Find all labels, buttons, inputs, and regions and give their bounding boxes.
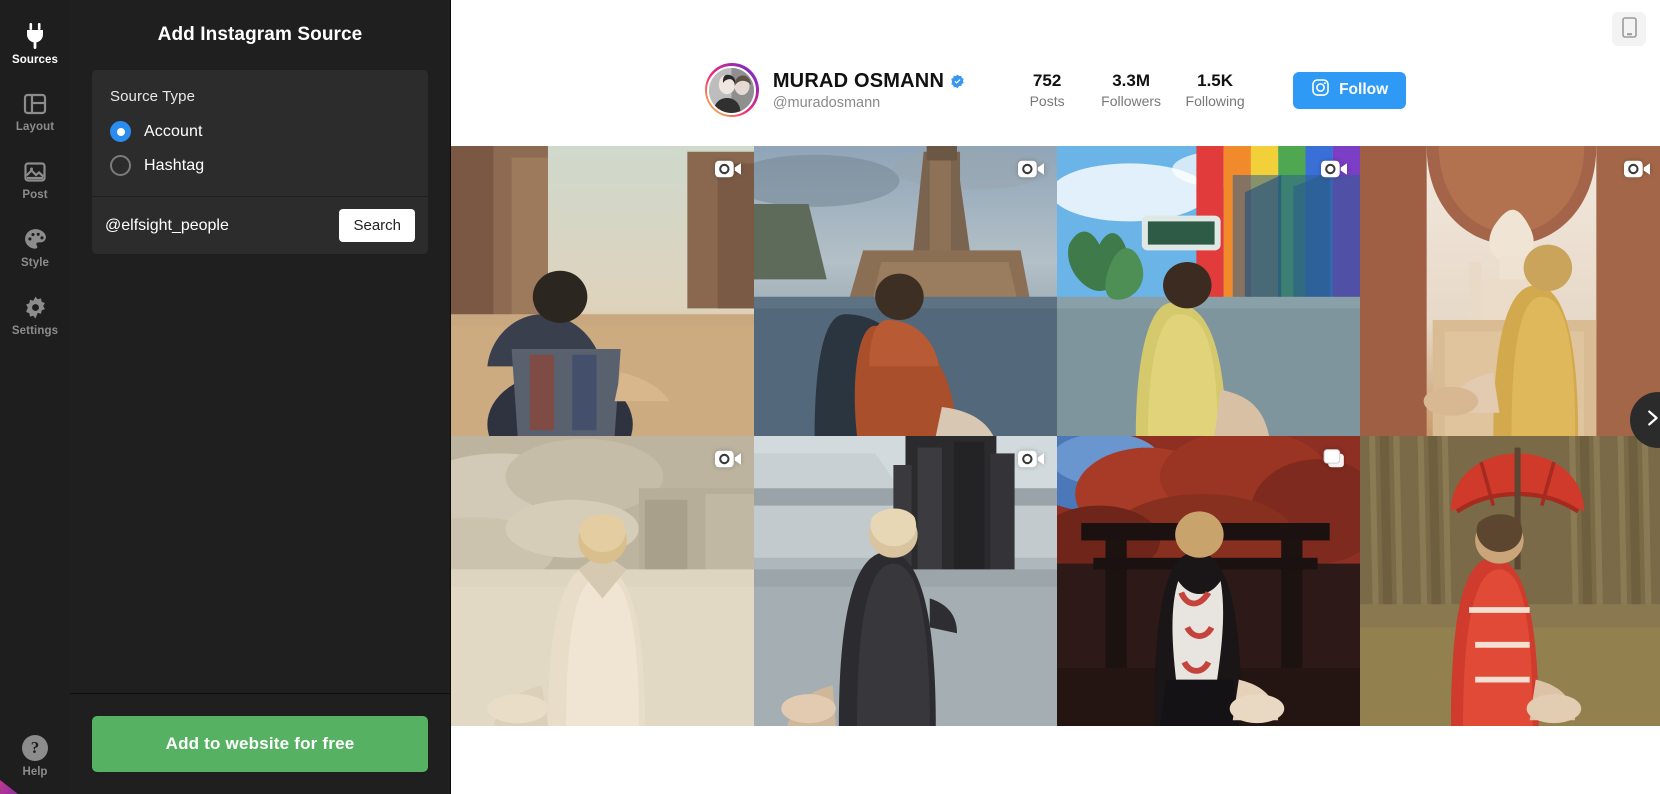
verified-badge-icon — [950, 74, 965, 89]
grid-tile-1[interactable] — [451, 146, 754, 436]
source-type-label: Source Type — [110, 88, 196, 105]
stat-value: 752 — [1032, 71, 1062, 90]
sidebar-item-sources[interactable]: Sources — [0, 10, 70, 78]
follow-label: Follow — [1339, 81, 1389, 98]
help-label: Help — [22, 766, 48, 778]
radio-button-hashtag[interactable] — [110, 155, 131, 176]
plug-icon — [23, 22, 47, 49]
radio-label-account: Account — [144, 122, 203, 140]
stat-label: Following — [1185, 93, 1245, 109]
grid-tile-4[interactable] — [1360, 146, 1660, 436]
video-camera-icon — [715, 158, 742, 180]
radio-option-account[interactable]: Account — [110, 121, 410, 142]
profile-names: MURAD OSMANN @muradosmann — [773, 70, 965, 111]
sidebar-item-style[interactable]: Style — [0, 214, 70, 282]
palette-icon — [23, 227, 48, 252]
search-row: Search — [92, 197, 428, 254]
add-to-website-button[interactable]: Add to website for free — [92, 716, 428, 772]
panel-body: Source Type Account Hashtag Search — [70, 70, 450, 693]
source-type-card: Source Type Account Hashtag Search — [92, 70, 428, 254]
grid-tile-3[interactable] — [1057, 146, 1360, 436]
stat-label: Posts — [1029, 93, 1065, 109]
carousel-icon — [1321, 448, 1348, 470]
chevron-right-icon — [1648, 407, 1660, 434]
grid-tile-2[interactable] — [754, 146, 1057, 436]
profile-stats: 752 Posts 3.3M Followers 1.5K Following — [1005, 71, 1257, 109]
sidebar-item-settings[interactable]: Settings — [0, 282, 70, 350]
video-camera-icon — [1018, 448, 1045, 470]
source-type-section: Source Type Account Hashtag — [92, 70, 428, 196]
sources-panel: Add Instagram Source Source Type Account… — [70, 0, 451, 794]
radio-option-hashtag[interactable]: Hashtag — [110, 155, 410, 176]
radio-button-account[interactable] — [110, 121, 131, 142]
sidebar-item-label: Settings — [11, 325, 59, 337]
instagram-icon — [1311, 78, 1330, 102]
instagram-post-grid — [451, 146, 1660, 726]
question-mark-icon: ? — [22, 735, 48, 761]
radio-label-hashtag: Hashtag — [144, 156, 205, 174]
stat-label: Followers — [1101, 93, 1162, 109]
sidebar-item-label: Style — [21, 257, 49, 269]
stat-value: 1.5K — [1197, 71, 1234, 90]
grid-tile-5[interactable] — [451, 436, 754, 726]
search-button[interactable]: Search — [339, 209, 415, 242]
sidebar-item-label: Layout — [15, 120, 55, 133]
video-camera-icon — [1018, 158, 1045, 180]
help-button[interactable]: ? Help — [0, 735, 70, 778]
video-camera-icon — [715, 448, 742, 470]
page-title: MURAD OSMANN — [772, 69, 945, 92]
left-icon-rail: Sources Layout Post Style Settings ? Hel… — [0, 0, 70, 794]
sidebar-item-post[interactable]: Post — [0, 146, 70, 214]
stat-following: 1.5K Following — [1173, 71, 1257, 109]
grid-tile-7[interactable] — [1057, 436, 1360, 726]
sidebar-item-label: Post — [22, 188, 48, 201]
grid-tile-6[interactable] — [754, 436, 1057, 726]
corner-accent-decoration — [0, 780, 18, 794]
grid-tile-8[interactable] — [1360, 436, 1660, 726]
video-camera-icon — [1321, 158, 1348, 180]
profile-handle: @muradosmann — [772, 94, 881, 111]
instagram-profile-header: MURAD OSMANN @muradosmann 752 Posts 3.3M… — [451, 46, 1660, 134]
sidebar-item-layout[interactable]: Layout — [0, 78, 70, 146]
gear-icon — [23, 295, 48, 320]
stat-posts: 752 Posts — [1005, 71, 1089, 109]
mobile-device-toggle[interactable] — [1612, 12, 1646, 46]
follow-button[interactable]: Follow — [1293, 71, 1407, 109]
search-input[interactable] — [105, 210, 330, 241]
image-icon — [23, 160, 47, 184]
layout-icon — [23, 92, 47, 116]
panel-footer: Add to website for free — [70, 693, 450, 794]
stat-value: 3.3M — [1112, 71, 1150, 90]
mobile-device-icon — [1621, 17, 1637, 41]
stat-followers: 3.3M Followers — [1089, 71, 1173, 109]
panel-title: Add Instagram Source — [157, 24, 363, 45]
app-window: Sources Layout Post Style Settings ? Hel… — [0, 0, 1660, 794]
sidebar-item-label: Sources — [11, 53, 59, 66]
widget-preview: MURAD OSMANN @muradosmann 752 Posts 3.3M… — [451, 0, 1660, 794]
avatar — [704, 63, 759, 117]
video-camera-icon — [1624, 158, 1651, 180]
